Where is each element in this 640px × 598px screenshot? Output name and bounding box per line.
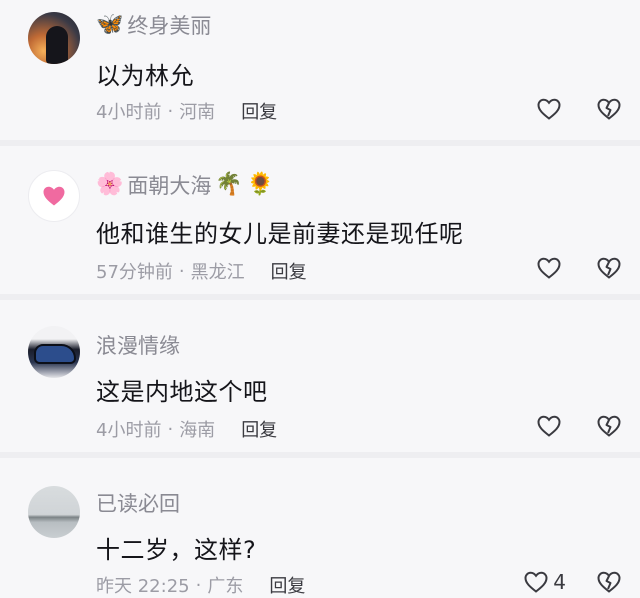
username-row[interactable]: 已读必回 [96, 488, 180, 518]
broken-heart-icon [597, 98, 621, 120]
avatar[interactable] [28, 170, 80, 222]
comment-meta: 4小时前 · 海南 回复 [96, 416, 277, 442]
like-button[interactable] [536, 256, 566, 280]
heart-icon [537, 98, 561, 120]
sunflower-emoji: 🌻 [246, 172, 275, 197]
comment-item: 浪漫情缘 这是内地这个吧 4小时前 · 海南 回复 [0, 300, 640, 452]
comment-actions [536, 97, 622, 121]
meta-separator: · [178, 260, 185, 282]
avatar[interactable] [28, 12, 80, 64]
meta-separator: · [167, 100, 174, 122]
comment-time: 4小时前 [96, 420, 162, 441]
comment-actions [536, 414, 622, 438]
reply-button[interactable]: 回复 [241, 98, 277, 124]
like-button[interactable] [536, 414, 566, 438]
heart-icon [524, 571, 548, 593]
comment-meta: 57分钟前 · 黑龙江 回复 [96, 258, 307, 284]
comment-location: 海南 [179, 420, 216, 441]
heart-icon [537, 257, 561, 279]
reply-button[interactable]: 回复 [241, 416, 277, 442]
broken-heart-icon [597, 571, 621, 593]
comment-location: 黑龙江 [190, 262, 245, 283]
comment-text: 十二岁，这样? [96, 536, 257, 564]
heart-icon [537, 415, 561, 437]
comment-meta: 4小时前 · 河南 回复 [96, 98, 277, 124]
avatar[interactable] [28, 486, 80, 538]
meta-separator: · [195, 574, 202, 596]
broken-heart-icon [597, 415, 621, 437]
username-row[interactable]: 浪漫情缘 [96, 330, 180, 360]
comment-location: 河南 [179, 102, 216, 123]
comment-text: 这是内地这个吧 [96, 378, 268, 406]
palm-tree-emoji: 🌴 [215, 172, 243, 197]
comment-feed: 🦋 终身美丽 以为林允 4小时前 · 河南 回复 🌸 面朝大海 🌴 🌻 他和谁生… [0, 0, 640, 598]
reply-button[interactable]: 回复 [269, 572, 305, 598]
dislike-button[interactable] [596, 97, 622, 121]
username: 浪漫情缘 [96, 334, 180, 358]
meta-separator: · [167, 418, 174, 440]
like-button[interactable]: 4 [523, 570, 566, 594]
comment-meta: 昨天 22:25 · 广东 回复 [96, 572, 305, 598]
pink-heart-avatar [43, 186, 65, 206]
comment-item: 🌸 面朝大海 🌴 🌻 他和谁生的女儿是前妻还是现任呢 57分钟前 · 黑龙江 回… [0, 146, 640, 294]
dislike-button[interactable] [596, 414, 622, 438]
comment-location: 广东 [207, 576, 244, 597]
car-avatar [36, 346, 74, 362]
username: 终身美丽 [127, 14, 212, 38]
username: 面朝大海 [127, 174, 212, 198]
username-row[interactable]: 🦋 终身美丽 [96, 10, 211, 40]
comment-time: 昨天 22:25 [96, 576, 190, 597]
flower-emoji: 🌸 [96, 172, 124, 197]
comment-item: 🦋 终身美丽 以为林允 4小时前 · 河南 回复 [0, 0, 640, 140]
like-count: 4 [553, 570, 566, 594]
broken-heart-icon [597, 257, 621, 279]
comment-actions [536, 256, 622, 280]
avatar[interactable] [28, 326, 80, 378]
comment-item: 已读必回 十二岁，这样? 昨天 22:25 · 广东 回复 4 [0, 458, 640, 598]
reply-button[interactable]: 回复 [271, 258, 307, 284]
dislike-button[interactable] [596, 256, 622, 280]
dislike-button[interactable] [596, 570, 622, 594]
butterfly-emoji: 🦋 [96, 12, 124, 37]
comment-actions: 4 [523, 570, 622, 594]
comment-text: 以为林允 [96, 62, 194, 90]
like-button[interactable] [536, 97, 566, 121]
comment-time: 57分钟前 [96, 262, 173, 283]
sunset-silhouette-avatar [46, 26, 68, 64]
username: 已读必回 [96, 492, 180, 516]
username-row[interactable]: 🌸 面朝大海 🌴 🌻 [96, 170, 274, 200]
comment-time: 4小时前 [96, 102, 162, 123]
comment-text: 他和谁生的女儿是前妻还是现任呢 [96, 220, 464, 248]
